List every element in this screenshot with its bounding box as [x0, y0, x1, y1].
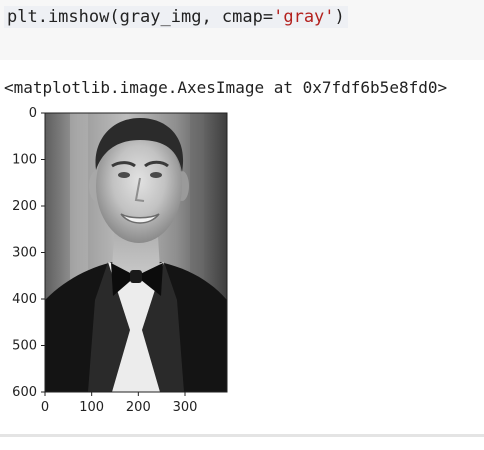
x-tick-label: 200 — [126, 400, 151, 415]
code-string-arg: 'gray' — [273, 7, 335, 27]
y-tick-label: 0 — [29, 106, 37, 121]
x-axis: 0 100 200 300 — [41, 392, 198, 415]
x-tick-label: 0 — [41, 400, 49, 415]
output-repr: <matplotlib.image.AxesImage at 0x7fdf6b5… — [4, 78, 448, 97]
code-cell[interactable]: plt.imshow(gray_img, cmap='gray') — [0, 0, 484, 60]
y-tick-label: 400 — [12, 292, 37, 307]
x-tick-label: 100 — [79, 400, 104, 415]
code-call: plt.imshow(gray_img, cmap= — [7, 7, 274, 27]
y-tick-label: 300 — [12, 246, 37, 261]
cell-bottom-border — [0, 434, 484, 437]
y-tick-label: 600 — [12, 385, 37, 400]
x-tick-label: 300 — [173, 400, 198, 415]
code-close-paren: ) — [334, 7, 345, 27]
code-input[interactable]: plt.imshow(gray_img, cmap='gray') — [4, 6, 348, 28]
imshow-plot: 0 100 200 300 400 500 600 0 100 200 300 — [12, 106, 228, 415]
grayscale-image — [45, 113, 227, 392]
y-axis: 0 100 200 300 400 500 600 — [12, 106, 45, 400]
y-tick-label: 200 — [12, 199, 37, 214]
y-tick-label: 100 — [12, 153, 37, 168]
y-tick-label: 500 — [12, 339, 37, 354]
